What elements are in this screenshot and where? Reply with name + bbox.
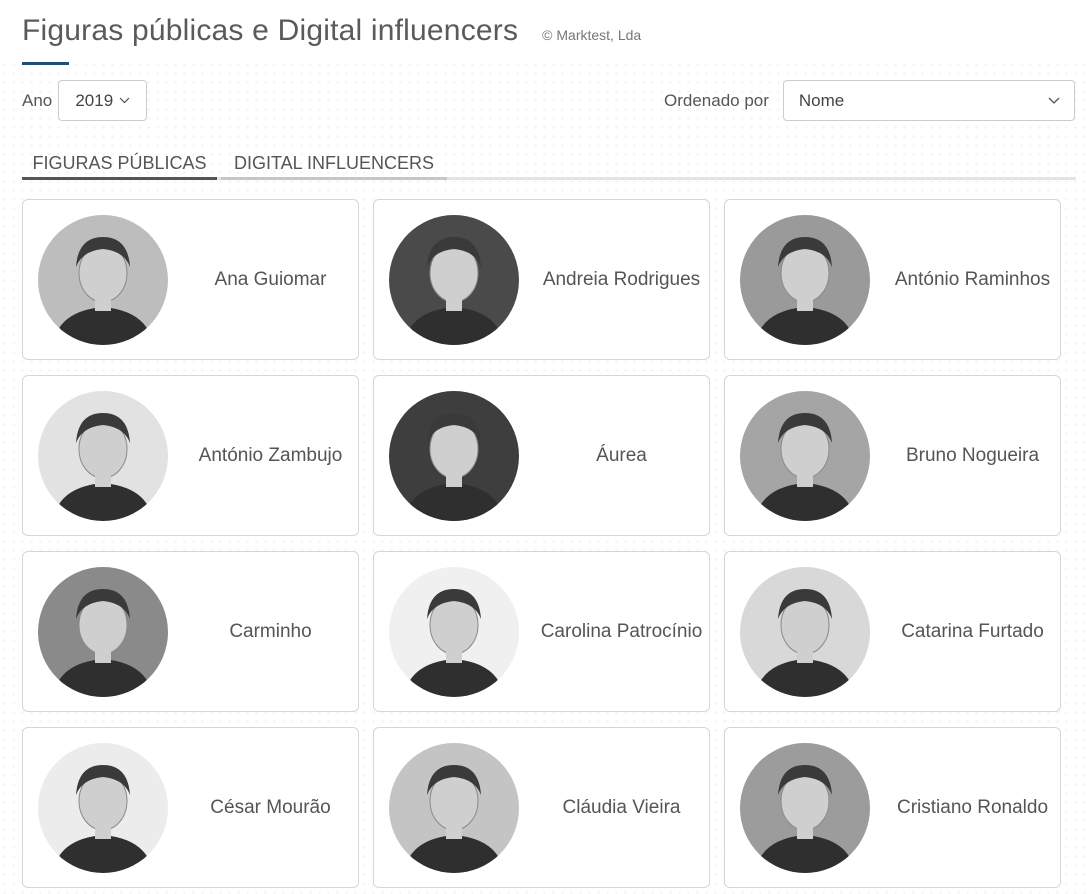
year-value: 2019 <box>75 90 114 110</box>
avatar <box>389 567 519 697</box>
avatar <box>38 391 168 521</box>
person-card[interactable]: Carminho <box>22 551 359 712</box>
person-card[interactable]: Bruno Nogueira <box>724 375 1061 536</box>
order-filter: Ordenado por Nome <box>664 80 1075 121</box>
order-label: Ordenado por <box>664 90 769 110</box>
person-name: Cláudia Vieira <box>562 797 681 818</box>
person-name: António Zambujo <box>198 445 343 466</box>
person-name: Carolina Patrocínio <box>540 621 703 642</box>
year-select[interactable]: 2019 <box>58 80 148 121</box>
person-name: Carminho <box>229 621 312 642</box>
person-card[interactable]: Áurea <box>373 375 710 536</box>
active-tab-indicator <box>22 177 217 180</box>
avatar <box>38 567 168 697</box>
inactive-tab-indicator <box>221 177 447 180</box>
tab-bar: FIGURAS PÚBLICAS DIGITAL INFLUENCERS <box>22 146 1076 182</box>
avatar <box>389 215 519 345</box>
person-name: Áurea <box>596 445 647 466</box>
avatar <box>740 215 870 345</box>
order-value: Nome <box>798 90 845 110</box>
year-filter: Ano 2019 <box>22 80 148 121</box>
chevron-down-icon <box>119 95 130 107</box>
order-select[interactable]: Nome <box>782 80 1075 121</box>
tab-figuras-publicas[interactable]: FIGURAS PÚBLICAS <box>22 146 217 180</box>
person-card[interactable]: Cristiano Ronaldo <box>724 727 1061 888</box>
header: Figuras públicas e Digital influencers ©… <box>22 14 641 48</box>
person-card[interactable]: Carolina Patrocínio <box>373 551 710 712</box>
person-name: Andreia Rodrigues <box>542 269 701 290</box>
person-name: Bruno Nogueira <box>905 445 1040 466</box>
person-name: Ana Guiomar <box>214 269 327 290</box>
person-name: Cristiano Ronaldo <box>896 797 1049 818</box>
avatar <box>389 391 519 521</box>
page-title: Figuras públicas e Digital influencers <box>22 14 519 47</box>
person-name: Catarina Furtado <box>901 621 1044 642</box>
chevron-down-icon <box>1048 94 1060 108</box>
person-card[interactable]: Andreia Rodrigues <box>373 199 710 360</box>
person-card[interactable]: António Raminhos <box>724 199 1061 360</box>
title-underline <box>22 62 69 65</box>
avatar <box>389 743 519 873</box>
people-grid: Ana Guiomar Andreia Rodrigues António Ra… <box>22 199 1061 888</box>
avatar <box>740 391 870 521</box>
year-label: Ano <box>22 90 53 110</box>
avatar <box>38 215 168 345</box>
copyright-notice: © Marktest, Lda <box>542 27 642 43</box>
person-card[interactable]: César Mourão <box>22 727 359 888</box>
person-card[interactable]: Cláudia Vieira <box>373 727 710 888</box>
avatar <box>38 743 168 873</box>
page: Figuras públicas e Digital influencers ©… <box>0 0 1087 894</box>
avatar <box>740 743 870 873</box>
person-name: António Raminhos <box>894 269 1051 290</box>
person-card[interactable]: António Zambujo <box>22 375 359 536</box>
person-card[interactable]: Catarina Furtado <box>724 551 1061 712</box>
avatar <box>740 567 870 697</box>
person-card[interactable]: Ana Guiomar <box>22 199 359 360</box>
tab-digital-influencers[interactable]: DIGITAL INFLUENCERS <box>221 146 447 180</box>
person-name: César Mourão <box>210 797 331 818</box>
